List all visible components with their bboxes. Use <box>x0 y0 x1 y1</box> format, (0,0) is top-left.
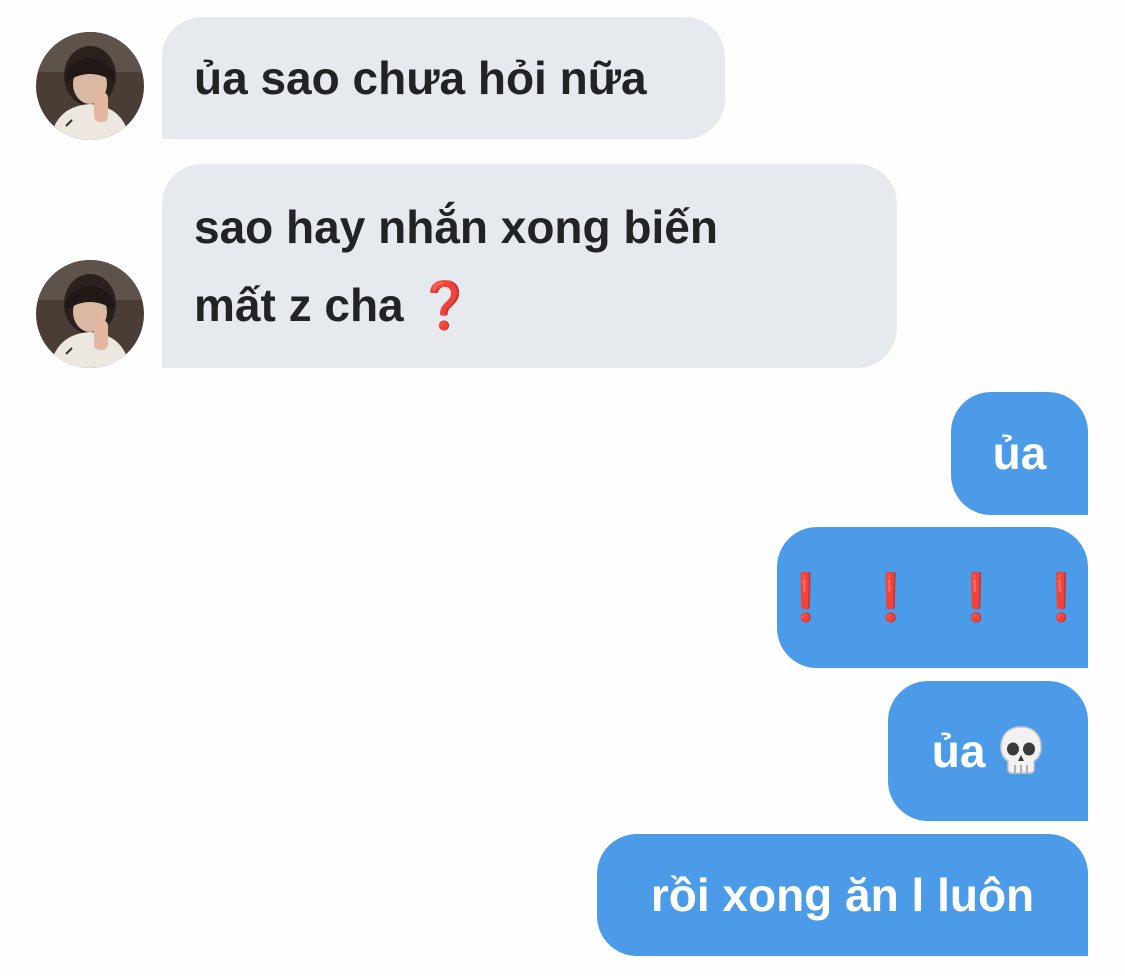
message-bubble-incoming[interactable]: ủa sao chưa hỏi nữa <box>162 17 725 139</box>
message-bubble-outgoing[interactable]: ủa <box>951 392 1088 515</box>
contact-avatar[interactable] <box>36 32 144 140</box>
message-bubble-outgoing[interactable]: ủa <box>888 681 1088 821</box>
avatar-photo <box>36 32 144 140</box>
message-text-line: sao hay nhắn xong biến <box>194 201 718 253</box>
message-text: ủa <box>992 427 1047 479</box>
message-text: rồi xong ăn l luôn <box>650 869 1035 921</box>
red-exclamation-mark-icon: ❗ ❗ ❗ ❗ <box>777 570 1097 624</box>
chat-thread: ủa sao chưa hỏi nữa sao hay nhắn xong bi… <box>0 0 1125 976</box>
message-bubble-incoming[interactable]: sao hay nhắn xong biến mất z cha ❓ <box>162 164 897 368</box>
red-question-mark-icon: ❓ <box>416 278 474 332</box>
message-text: ủa sao chưa hỏi nữa <box>194 52 647 104</box>
contact-avatar[interactable] <box>36 260 144 368</box>
skull-icon <box>1000 726 1042 774</box>
message-text-line-2: mất z cha ❓ <box>194 266 865 344</box>
message-text: ủa <box>931 725 986 777</box>
message-text: mất z cha <box>194 279 404 331</box>
message-bubble-outgoing[interactable]: ❗ ❗ ❗ ❗ <box>777 527 1090 668</box>
message-bubble-outgoing[interactable]: rồi xong ăn l luôn <box>597 834 1088 956</box>
avatar-photo <box>36 260 144 368</box>
